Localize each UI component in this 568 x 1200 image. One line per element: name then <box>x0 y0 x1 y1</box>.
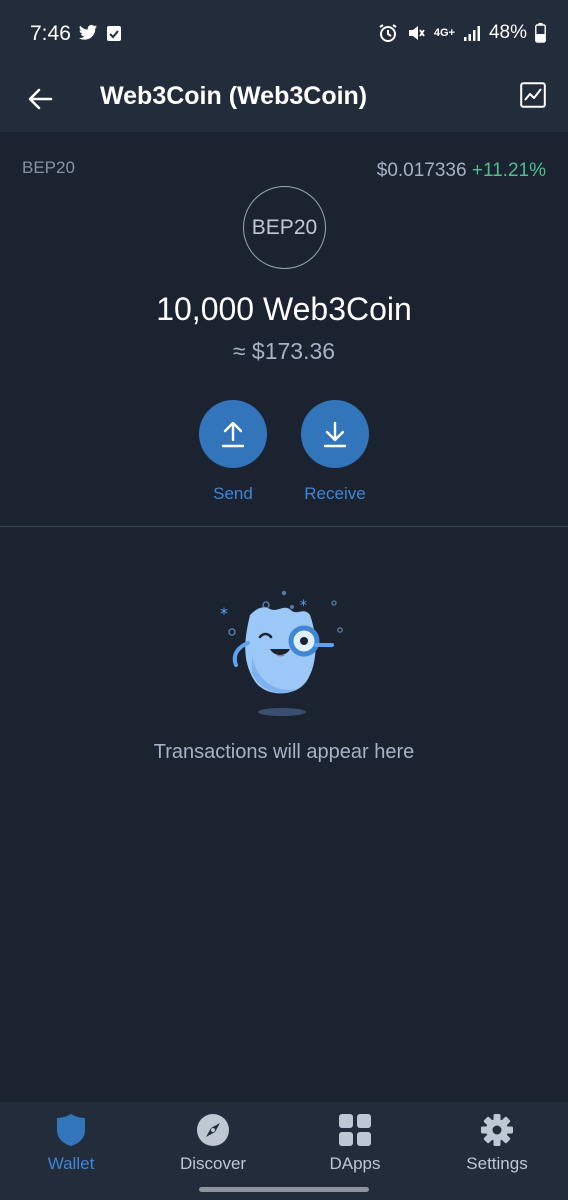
bottom-navigation: Wallet Discover DApps Settings <box>0 1102 568 1200</box>
back-button[interactable] <box>22 81 58 117</box>
network-tag: BEP20 <box>22 158 75 177</box>
status-bar: 7:46 4G+ 48% <box>0 0 568 66</box>
download-arrow-icon <box>323 421 347 448</box>
upload-arrow-icon <box>221 421 245 448</box>
gear-icon <box>481 1114 513 1146</box>
app-bar: Web3Coin (Web3Coin) <box>0 66 568 132</box>
alarm-icon <box>379 24 397 42</box>
section-divider <box>0 526 568 527</box>
arrow-left-icon <box>28 88 53 110</box>
nav-settings[interactable]: Settings <box>426 1112 568 1174</box>
mascot-magnifier-icon: * * <box>220 590 343 716</box>
signal-icon <box>463 26 480 41</box>
chart-icon <box>520 82 546 108</box>
grid-icon <box>339 1114 371 1146</box>
token-price: $0.017336 <box>376 160 467 181</box>
mute-icon <box>408 26 425 40</box>
nav-wallet[interactable]: Wallet <box>0 1112 142 1174</box>
nav-discover-label: Discover <box>179 1154 247 1173</box>
checkbox-notification-icon <box>107 26 121 41</box>
empty-transactions-text: Transactions will appear here <box>153 741 415 763</box>
battery-percentage: 48% <box>488 22 527 43</box>
token-logo: BEP20 <box>243 186 326 269</box>
compass-icon <box>197 1114 229 1146</box>
token-balance: 10,000 Web3Coin <box>156 291 412 327</box>
receive-label: Receive <box>304 484 366 503</box>
nav-wallet-label: Wallet <box>47 1154 95 1173</box>
token-logo-text: BEP20 <box>251 215 318 239</box>
nav-settings-label: Settings <box>466 1154 528 1173</box>
shield-icon <box>57 1114 85 1146</box>
send-circle[interactable] <box>199 400 267 468</box>
receive-circle[interactable] <box>301 400 369 468</box>
nav-dapps[interactable]: DApps <box>284 1112 426 1174</box>
fiat-balance: ≈ $173.36 <box>232 338 336 364</box>
status-time: 7:46 <box>30 22 71 45</box>
svg-text:*: * <box>220 604 228 623</box>
home-indicator[interactable] <box>199 1187 369 1192</box>
price-change: +11.21% <box>471 160 546 181</box>
page-title: Web3Coin (Web3Coin) <box>100 82 368 110</box>
system-status: 4G+ 48% <box>378 22 546 44</box>
battery-icon <box>535 23 546 43</box>
nav-discover[interactable]: Discover <box>142 1112 284 1174</box>
notification-icons <box>78 24 122 42</box>
receive-button[interactable]: Receive <box>275 400 395 504</box>
price-row: $0.017336 +11.21% <box>377 160 546 182</box>
network-type: 4G+ <box>433 27 455 39</box>
price-chart-button[interactable] <box>520 82 548 110</box>
nav-dapps-label: DApps <box>329 1154 381 1173</box>
twitter-icon <box>78 24 98 40</box>
